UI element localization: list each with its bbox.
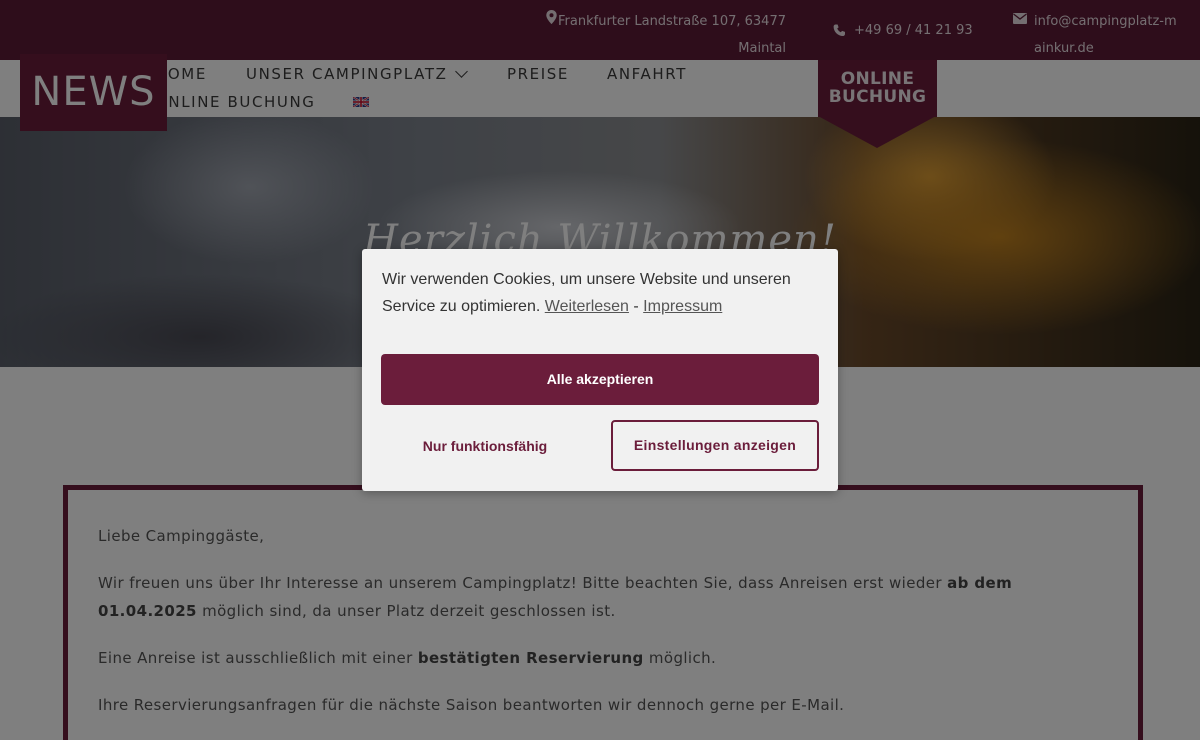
cookie-separator: - <box>633 298 639 315</box>
imprint-link[interactable]: Impressum <box>643 298 722 315</box>
accept-all-button[interactable]: Alle akzeptieren <box>381 354 819 405</box>
read-more-link[interactable]: Weiterlesen <box>545 298 629 315</box>
cookie-consent-dialog: Wir verwenden Cookies, um unsere Website… <box>362 249 838 491</box>
show-settings-button[interactable]: Einstellungen anzeigen <box>611 420 819 471</box>
cookie-message: Wir verwenden Cookies, um unsere Website… <box>382 266 822 320</box>
functional-only-button[interactable]: Nur funktionsfähig <box>381 421 589 471</box>
